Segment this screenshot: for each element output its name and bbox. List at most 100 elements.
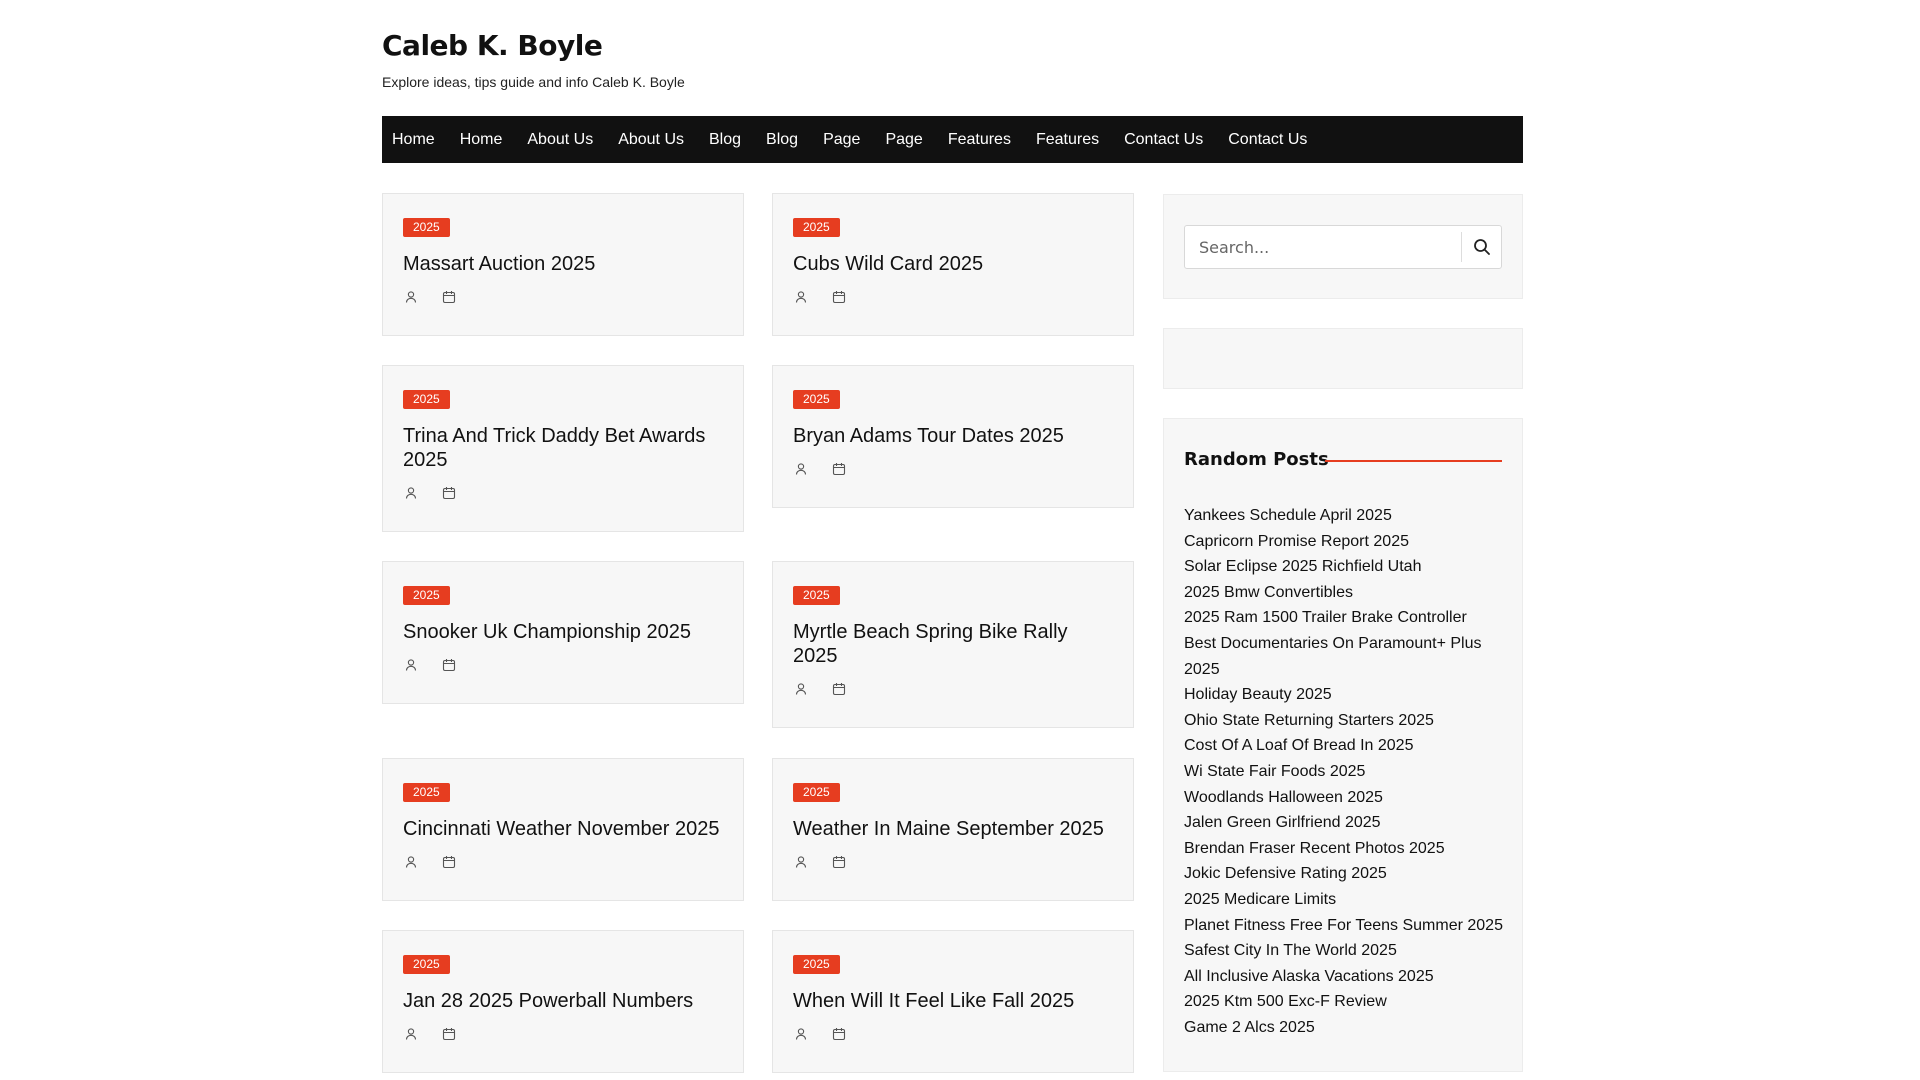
random-post-link[interactable]: Planet Fitness Free For Teens Summer 202… xyxy=(1184,913,1514,939)
nav-item-blog[interactable]: Blog xyxy=(766,116,810,163)
post-title[interactable]: Trina And Trick Daddy Bet Awards 2025 xyxy=(403,424,723,472)
category-badge[interactable]: 2025 xyxy=(403,390,450,409)
post-card: 2025 Massart Auction 2025 xyxy=(382,193,744,336)
user-icon xyxy=(403,485,419,501)
empty-widget xyxy=(1163,328,1523,389)
search-input[interactable] xyxy=(1185,227,1461,267)
main-nav: Home Home About Us About Us Blog Blog Pa… xyxy=(382,116,1523,163)
random-post-link[interactable]: Cost Of A Loaf Of Bread In 2025 xyxy=(1184,733,1514,759)
random-post-link[interactable]: 2025 Medicare Limits xyxy=(1184,887,1514,913)
random-post-link[interactable]: Solar Eclipse 2025 Richfield Utah xyxy=(1184,554,1514,580)
user-icon xyxy=(403,1026,419,1042)
post-meta xyxy=(403,289,723,305)
site-title[interactable]: Caleb K. Boyle xyxy=(382,26,1523,66)
post-card: 2025 Cubs Wild Card 2025 xyxy=(772,193,1134,336)
post-card: 2025 Cincinnati Weather November 2025 xyxy=(382,758,744,901)
nav-item-blog[interactable]: Blog xyxy=(709,116,753,163)
category-badge[interactable]: 2025 xyxy=(793,218,840,237)
post-card: 2025 Snooker Uk Championship 2025 xyxy=(382,561,744,704)
user-icon xyxy=(793,289,809,305)
post-meta xyxy=(793,289,1113,305)
category-badge[interactable]: 2025 xyxy=(793,955,840,974)
post-title[interactable]: Weather In Maine September 2025 xyxy=(793,817,1113,841)
random-posts-widget: Random Posts Yankees Schedule April 2025… xyxy=(1163,418,1523,1072)
post-title[interactable]: Cubs Wild Card 2025 xyxy=(793,252,1113,276)
nav-item-contact-us[interactable]: Contact Us xyxy=(1124,116,1215,163)
random-post-link[interactable]: Yankees Schedule April 2025 xyxy=(1184,503,1514,529)
calendar-icon xyxy=(831,854,847,870)
category-badge[interactable]: 2025 xyxy=(403,783,450,802)
nav-item-page[interactable]: Page xyxy=(885,116,934,163)
calendar-icon xyxy=(441,1026,457,1042)
category-badge[interactable]: 2025 xyxy=(403,955,450,974)
post-meta xyxy=(793,1026,1113,1042)
post-card: 2025 Jan 28 2025 Powerball Numbers xyxy=(382,930,744,1073)
random-post-link[interactable]: Ohio State Returning Starters 2025 xyxy=(1184,708,1514,734)
nav-item-about-us[interactable]: About Us xyxy=(618,116,696,163)
post-title[interactable]: Massart Auction 2025 xyxy=(403,252,723,276)
post-title[interactable]: Cincinnati Weather November 2025 xyxy=(403,817,723,841)
post-card: 2025 Weather In Maine September 2025 xyxy=(772,758,1134,901)
calendar-icon xyxy=(441,854,457,870)
category-badge[interactable]: 2025 xyxy=(793,390,840,409)
random-post-link[interactable]: Brendan Fraser Recent Photos 2025 xyxy=(1184,836,1514,862)
random-post-link[interactable]: Safest City In The World 2025 xyxy=(1184,938,1514,964)
post-card: 2025 Trina And Trick Daddy Bet Awards 20… xyxy=(382,365,744,532)
random-post-link[interactable]: Holiday Beauty 2025 xyxy=(1184,682,1514,708)
random-post-link[interactable]: 2025 Ram 1500 Trailer Brake Controller xyxy=(1184,605,1514,631)
site-header: Caleb K. Boyle Explore ideas, tips guide… xyxy=(382,26,1523,116)
site-tagline: Explore ideas, tips guide and info Caleb… xyxy=(382,74,685,90)
calendar-icon xyxy=(441,289,457,305)
calendar-icon xyxy=(831,461,847,477)
post-title[interactable]: Myrtle Beach Spring Bike Rally 2025 xyxy=(793,620,1113,668)
random-post-link[interactable]: Capricorn Promise Report 2025 xyxy=(1184,529,1514,555)
post-meta xyxy=(793,681,1113,697)
search-button[interactable] xyxy=(1461,232,1501,262)
page: Caleb K. Boyle Explore ideas, tips guide… xyxy=(0,0,1920,1080)
search-widget xyxy=(1163,194,1523,299)
calendar-icon xyxy=(831,1026,847,1042)
nav-item-page[interactable]: Page xyxy=(823,116,872,163)
calendar-icon xyxy=(831,681,847,697)
nav-item-home[interactable]: Home xyxy=(392,116,447,163)
calendar-icon xyxy=(441,485,457,501)
post-title[interactable]: Jan 28 2025 Powerball Numbers xyxy=(403,989,723,1013)
post-meta xyxy=(403,485,723,501)
post-meta xyxy=(403,657,723,673)
nav-item-features[interactable]: Features xyxy=(1036,116,1111,163)
nav-item-contact-us[interactable]: Contact Us xyxy=(1228,116,1319,163)
user-icon xyxy=(793,1026,809,1042)
category-badge[interactable]: 2025 xyxy=(793,783,840,802)
random-post-link[interactable]: Jokic Defensive Rating 2025 xyxy=(1184,861,1514,887)
category-badge[interactable]: 2025 xyxy=(403,218,450,237)
category-badge[interactable]: 2025 xyxy=(793,586,840,605)
search-icon xyxy=(1473,239,1490,255)
nav-item-features[interactable]: Features xyxy=(948,116,1023,163)
nav-item-about-us[interactable]: About Us xyxy=(527,116,605,163)
user-icon xyxy=(403,289,419,305)
random-post-link[interactable]: 2025 Bmw Convertibles xyxy=(1184,580,1514,606)
random-post-link[interactable]: Wi State Fair Foods 2025 xyxy=(1184,759,1514,785)
user-icon xyxy=(403,657,419,673)
random-post-link[interactable]: Game 2 Alcs 2025 xyxy=(1184,1015,1514,1041)
calendar-icon xyxy=(441,657,457,673)
random-post-link[interactable]: Woodlands Halloween 2025 xyxy=(1184,785,1514,811)
post-title[interactable]: Snooker Uk Championship 2025 xyxy=(403,620,723,644)
user-icon xyxy=(793,461,809,477)
random-post-link[interactable]: Jalen Green Girlfriend 2025 xyxy=(1184,810,1514,836)
post-meta xyxy=(403,854,723,870)
random-post-link[interactable]: Best Documentaries On Paramount+ Plus 20… xyxy=(1184,631,1514,682)
post-title[interactable]: When Will It Feel Like Fall 2025 xyxy=(793,989,1113,1013)
post-title[interactable]: Bryan Adams Tour Dates 2025 xyxy=(793,424,1113,448)
search-form xyxy=(1184,225,1502,269)
post-meta xyxy=(403,1026,723,1042)
random-posts-list: Yankees Schedule April 2025 Capricorn Pr… xyxy=(1184,503,1514,1040)
post-card: 2025 When Will It Feel Like Fall 2025 xyxy=(772,930,1134,1073)
user-icon xyxy=(793,854,809,870)
random-post-link[interactable]: All Inclusive Alaska Vacations 2025 xyxy=(1184,964,1514,990)
category-badge[interactable]: 2025 xyxy=(403,586,450,605)
nav-item-home[interactable]: Home xyxy=(460,116,515,163)
post-card: 2025 Bryan Adams Tour Dates 2025 xyxy=(772,365,1134,508)
random-post-link[interactable]: 2025 Ktm 500 Exc-F Review xyxy=(1184,989,1514,1015)
user-icon xyxy=(793,681,809,697)
